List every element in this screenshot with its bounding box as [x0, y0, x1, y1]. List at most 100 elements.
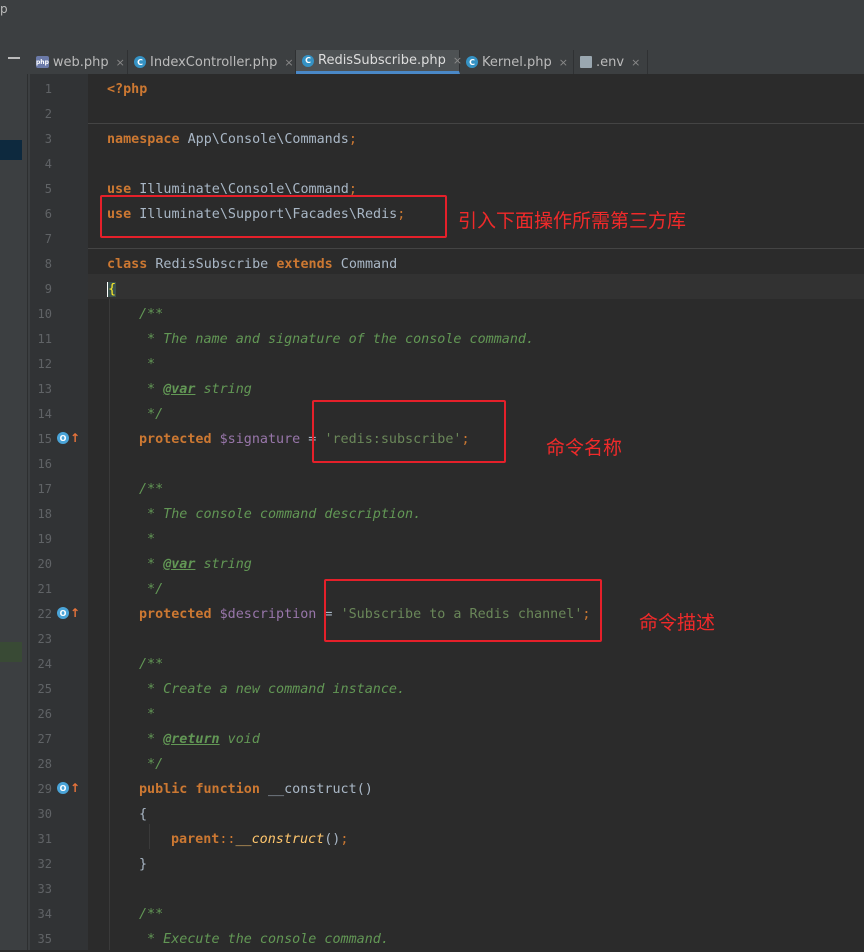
override-marker[interactable]: O ↑ [57, 606, 80, 620]
overrides-icon: O [57, 782, 69, 794]
close-tab-icon[interactable]: × [631, 56, 640, 69]
tab-kernel[interactable]: C Kernel.php × [460, 50, 574, 74]
indent-guide [109, 299, 110, 950]
line-number[interactable]: 2 [30, 102, 52, 127]
line-number[interactable]: 15 [30, 427, 52, 452]
close-tab-icon[interactable]: × [116, 56, 125, 69]
close-tab-icon[interactable]: × [559, 56, 568, 69]
line-number[interactable]: 8 [30, 252, 52, 277]
line-number[interactable]: 11 [30, 327, 52, 352]
line-number[interactable]: 16 [30, 452, 52, 477]
gutter-divider [27, 74, 28, 950]
line-number[interactable]: 29 [30, 777, 52, 802]
tab-label: IndexController.php [150, 54, 278, 70]
line-number[interactable]: 10 [30, 302, 52, 327]
code-line-28: */ [139, 757, 164, 772]
line-number[interactable]: 32 [30, 852, 52, 877]
line-number[interactable]: 21 [30, 577, 52, 602]
code-line-35: * Execute the console command. [139, 932, 389, 947]
signature-highlight-box [312, 400, 506, 463]
code-line-3: namespace App\Console\Commands; [107, 132, 357, 147]
code-line-10: /** [139, 307, 164, 322]
line-number[interactable]: 9 [30, 277, 52, 302]
project-tool-strip [0, 50, 30, 950]
tab-label: web.php [52, 54, 109, 70]
imports-highlight-box [100, 195, 447, 238]
class-icon: C [302, 54, 314, 67]
tab-label: RedisSubscribe.php [318, 53, 446, 68]
line-number[interactable]: 4 [30, 152, 52, 177]
title-bar-glyph: p [0, 2, 8, 16]
line-number[interactable]: 23 [30, 627, 52, 652]
tab-redissubscribe[interactable]: C RedisSubscribe.php × [296, 50, 462, 74]
code-line-29: public function __construct() [139, 782, 373, 797]
method-separator [88, 248, 864, 249]
editor-gutter[interactable]: O ↑ O ↑ O ↑ 1 2 3 4 5 6 7 8 9 10 11 12 13 14 15 16 17 18 1… [30, 74, 101, 952]
code-line-11: * The name and signature of the console … [139, 332, 535, 347]
line-number[interactable]: 5 [30, 177, 52, 202]
overrides-icon: O [57, 607, 69, 619]
line-number[interactable]: 28 [30, 752, 52, 777]
imports-annotation: 引入下面操作所需第三方库 [458, 210, 687, 232]
tab-indexcontroller[interactable]: C IndexController.php × [128, 50, 296, 74]
line-number[interactable]: 14 [30, 402, 52, 427]
line-number[interactable]: 18 [30, 502, 52, 527]
code-line-32: } [139, 857, 148, 872]
line-number[interactable]: 6 [30, 202, 52, 227]
code-line-9: { [107, 281, 117, 297]
up-arrow-icon: ↑ [70, 781, 81, 795]
line-number[interactable]: 19 [30, 527, 52, 552]
up-arrow-icon: ↑ [70, 431, 81, 445]
line-number[interactable]: 12 [30, 352, 52, 377]
method-separator [88, 123, 864, 124]
line-number[interactable]: 20 [30, 552, 52, 577]
description-annotation: 命令描述 [639, 612, 716, 634]
line-number[interactable]: 7 [30, 227, 52, 252]
line-number[interactable]: 27 [30, 727, 52, 752]
php-file-icon: php [36, 56, 49, 68]
line-number[interactable]: 34 [30, 902, 52, 927]
code-line-34: /** [139, 907, 164, 922]
collapse-panel-icon[interactable] [8, 57, 20, 59]
class-icon: C [134, 56, 146, 68]
code-line-1: <?php [107, 82, 148, 97]
code-line-17: /** [139, 482, 164, 497]
override-marker[interactable]: O ↑ [57, 431, 80, 445]
code-line-20: * @var string [139, 557, 252, 572]
override-marker[interactable]: O ↑ [57, 781, 80, 795]
tab-web-php[interactable]: php web.php × [30, 50, 128, 74]
signature-annotation: 命令名称 [546, 437, 623, 459]
line-number[interactable]: 3 [30, 127, 52, 152]
toolbar [0, 22, 864, 51]
code-line-12: * [139, 357, 156, 372]
line-number[interactable]: 24 [30, 652, 52, 677]
line-number[interactable]: 25 [30, 677, 52, 702]
description-highlight-box [324, 579, 602, 642]
editor-tab-bar: php web.php × C IndexController.php × C … [30, 50, 864, 75]
tab-label: Kernel.php [482, 54, 552, 70]
code-line-25: * Create a new command instance. [139, 682, 406, 697]
line-number[interactable]: 26 [30, 702, 52, 727]
tab-env[interactable]: .env × [574, 50, 648, 74]
project-tree-highlight-row[interactable] [0, 642, 22, 662]
line-number[interactable]: 22 [30, 602, 52, 627]
line-number[interactable]: 1 [30, 77, 52, 102]
code-line-24: /** [139, 657, 164, 672]
tab-label: .env [596, 54, 625, 70]
text-file-icon [580, 56, 592, 68]
line-number[interactable]: 30 [30, 802, 52, 827]
code-line-31: parent::__construct(); [171, 832, 349, 847]
class-icon: C [466, 56, 478, 68]
title-bar: p [0, 0, 864, 22]
line-number[interactable]: 33 [30, 877, 52, 902]
code-line-26: * [139, 707, 156, 722]
code-line-27: * @return void [139, 732, 260, 747]
code-line-19: * [139, 532, 156, 547]
close-tab-icon[interactable]: × [284, 56, 293, 69]
line-number[interactable]: 17 [30, 477, 52, 502]
line-number[interactable]: 35 [30, 927, 52, 952]
line-number[interactable]: 31 [30, 827, 52, 852]
line-number[interactable]: 13 [30, 377, 52, 402]
project-tree-selected-row[interactable] [0, 140, 22, 160]
up-arrow-icon: ↑ [70, 606, 81, 620]
